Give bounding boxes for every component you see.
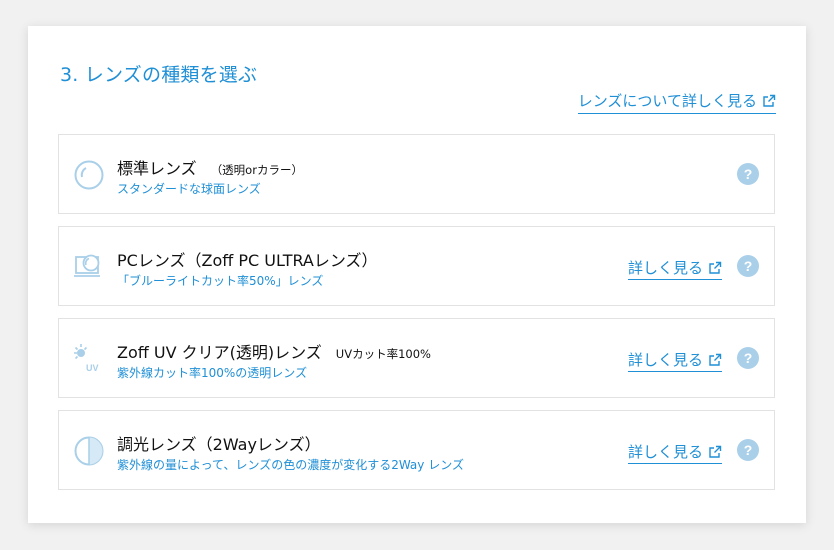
lens-option-description: 紫外線の量によって、レンズの色の濃度が変化する2Way レンズ (117, 458, 464, 472)
standard-lens-icon (73, 159, 105, 191)
external-link-icon (708, 353, 722, 367)
lens-option-name: Zoff UV クリア(透明)レンズ UVカット率100% (117, 339, 431, 363)
lens-option-name: PCレンズ（Zoff PC ULTRAレンズ） (117, 247, 378, 271)
help-icon[interactable]: ? (737, 255, 759, 277)
lens-option-standard[interactable]: 標準レンズ （透明orカラー） スタンダードな球面レンズ ? (58, 134, 775, 214)
detail-link[interactable]: 詳しく見る (627, 441, 722, 464)
help-icon[interactable]: ? (737, 439, 759, 461)
detail-link-label: 詳しく見る (627, 443, 703, 461)
lens-option-name: 標準レンズ （透明orカラー） (117, 155, 303, 179)
detail-link-label: 詳しく見る (627, 259, 703, 277)
detail-link[interactable]: 詳しく見る (627, 257, 722, 280)
lens-option-description: スタンダードな球面レンズ (117, 182, 261, 196)
help-icon[interactable]: ? (737, 163, 759, 185)
external-link-icon (762, 94, 776, 108)
help-icon[interactable]: ? (737, 347, 759, 369)
lens-option-title: 調光レンズ（2Wayレンズ） (117, 435, 321, 454)
detail-link[interactable]: 詳しく見る (627, 349, 722, 372)
lens-info-link[interactable]: レンズについて詳しく見る (577, 90, 776, 114)
lens-option-note: （透明orカラー） (210, 163, 303, 177)
svg-text:UV: UV (86, 363, 99, 373)
external-link-icon (708, 261, 722, 275)
lens-selection-card: 3. レンズの種類を選ぶ レンズについて詳しく見る 標準レンズ （透明orカラー）… (28, 26, 806, 523)
lens-option-title: PCレンズ（Zoff PC ULTRAレンズ） (117, 251, 378, 270)
lens-option-uv[interactable]: UV Zoff UV クリア(透明)レンズ UVカット率100% 紫外線カット率1… (58, 318, 775, 398)
photochromic-lens-icon (73, 435, 105, 467)
lens-info-link-label: レンズについて詳しく見る (577, 92, 757, 110)
lens-option-pc[interactable]: PCレンズ（Zoff PC ULTRAレンズ） 「ブルーライトカット率50%」レ… (58, 226, 775, 306)
lens-option-note: UVカット率100% (335, 347, 431, 361)
lens-option-title: 標準レンズ (117, 159, 197, 178)
lens-option-description: 「ブルーライトカット率50%」レンズ (117, 274, 324, 288)
lens-option-photochromic[interactable]: 調光レンズ（2Wayレンズ） 紫外線の量によって、レンズの色の濃度が変化する2W… (58, 410, 775, 490)
external-link-icon (708, 445, 722, 459)
lens-option-title: Zoff UV クリア(透明)レンズ (117, 343, 322, 362)
lens-option-description: 紫外線カット率100%の透明レンズ (117, 366, 308, 380)
uv-lens-icon: UV (73, 343, 105, 375)
section-title: 3. レンズの種類を選ぶ (60, 64, 258, 86)
detail-link-label: 詳しく見る (627, 351, 703, 369)
lens-option-name: 調光レンズ（2Wayレンズ） (117, 431, 321, 455)
pc-lens-icon (73, 251, 105, 283)
